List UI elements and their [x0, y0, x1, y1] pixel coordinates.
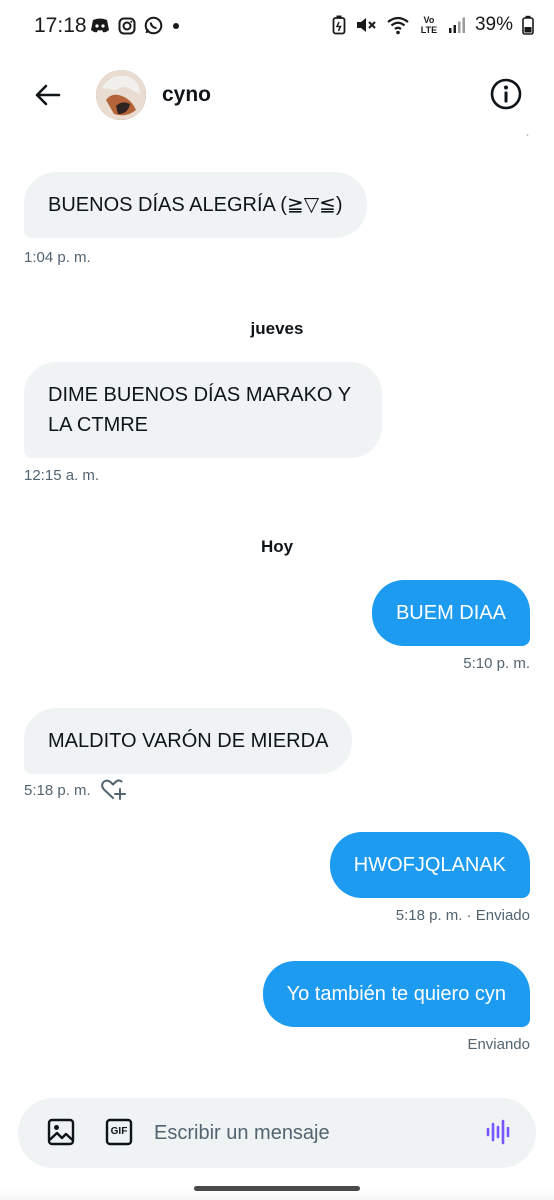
message-bubble-incoming[interactable]: MALDITO VARÓN DE MIERDA — [24, 708, 353, 774]
message-status: Enviando — [467, 1036, 530, 1053]
voice-message-button[interactable] — [482, 1115, 516, 1149]
voice-icon — [486, 1119, 510, 1145]
message-bubble-outgoing[interactable]: Yo también te quiero cyn — [262, 961, 530, 1027]
message-timestamp: 12:15 a. m. — [24, 467, 100, 484]
back-button[interactable] — [28, 76, 66, 114]
discord-icon — [91, 18, 109, 32]
message-status: 5:18 p. m. · Enviado — [395, 907, 530, 924]
conversation-header: cyno — [0, 56, 554, 136]
avatar[interactable] — [96, 70, 146, 120]
message-bubble-outgoing[interactable]: HWOFJQLANAK — [329, 832, 530, 898]
more-notifications-dot-icon — [173, 22, 179, 29]
message-list[interactable]: · BUENOS DÍAS ALEGRÍA (≧▽≦) 1:04 p. m. j… — [0, 126, 554, 1086]
battery-percent: 39% — [474, 14, 513, 35]
message-timestamp: 1:04 p. m. — [24, 249, 91, 266]
clipped-timestamp: · — [525, 126, 530, 143]
message-composer: GIF — [18, 1098, 536, 1168]
mute-icon — [356, 18, 376, 32]
message-bubble-outgoing[interactable]: BUEM DIAA — [371, 580, 530, 646]
message-input[interactable] — [154, 1112, 474, 1154]
status-bar: 17:18 Vo LTE 39% — [0, 0, 554, 56]
add-image-button[interactable] — [44, 1115, 78, 1149]
info-icon — [490, 78, 522, 110]
day-separator: Hoy — [260, 537, 294, 556]
volte-label: Vo LTE — [420, 15, 438, 35]
add-reaction-button[interactable] — [100, 778, 126, 802]
chat-title[interactable]: cyno — [162, 83, 211, 107]
back-arrow-icon — [35, 84, 61, 106]
heart-add-icon — [101, 779, 126, 800]
image-icon — [47, 1118, 75, 1146]
whatsapp-icon — [144, 16, 163, 35]
status-time: 17:18 — [34, 14, 87, 37]
message-timestamp: 5:18 p. m. — [24, 782, 91, 799]
instagram-icon — [118, 17, 136, 34]
wifi-icon — [387, 16, 409, 35]
bottom-edge — [0, 1190, 554, 1200]
battery-icon — [522, 15, 534, 35]
battery-saver-icon — [332, 15, 346, 35]
gif-label: GIF — [110, 1126, 128, 1137]
home-indicator[interactable] — [194, 1186, 360, 1191]
signal-icon — [448, 17, 465, 33]
status-right-icons: Vo LTE 39% — [332, 14, 534, 36]
message-bubble-incoming[interactable]: BUENOS DÍAS ALEGRÍA (≧▽≦) — [24, 172, 367, 238]
message-timestamp: 5:10 p. m. — [463, 655, 530, 672]
notification-icons — [90, 16, 181, 35]
message-bubble-incoming[interactable]: DIME BUENOS DÍAS MARAKO Y LA CTMRE — [24, 362, 382, 458]
day-separator: jueves — [250, 319, 304, 338]
avatar-image — [96, 70, 146, 120]
info-button[interactable] — [488, 76, 524, 112]
add-gif-button[interactable]: GIF — [102, 1115, 136, 1149]
